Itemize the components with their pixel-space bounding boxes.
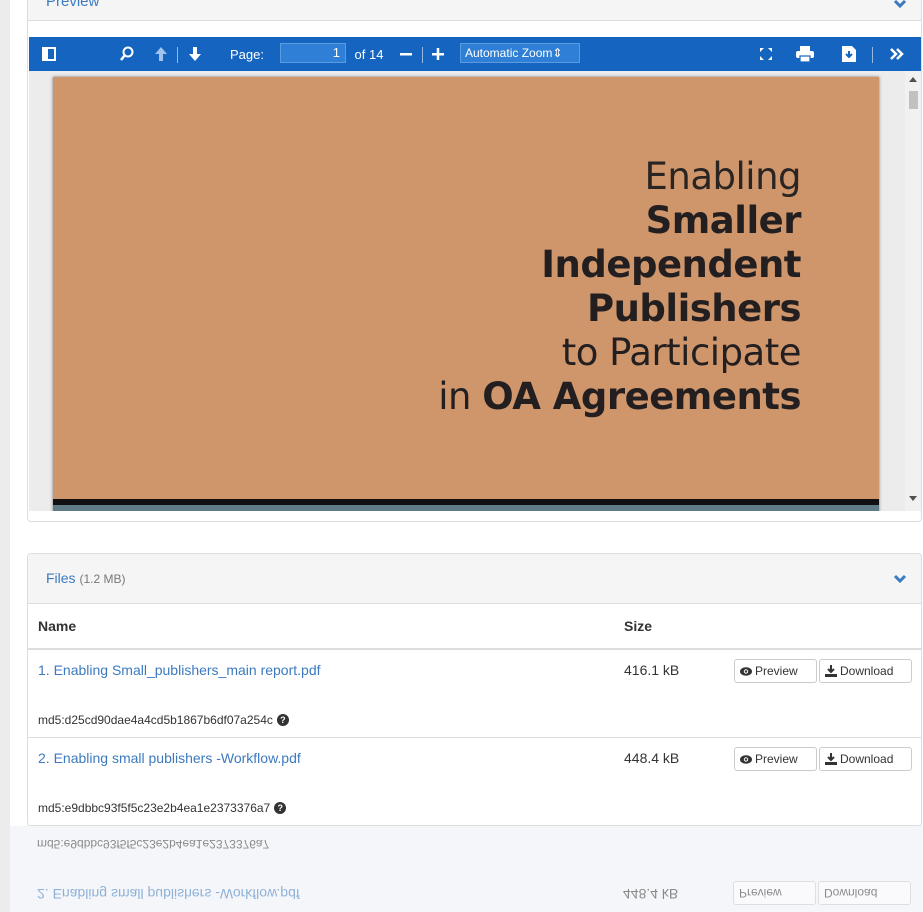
files-panel: Files (1.2 MB) Name Size 1. Enabling Sma… (27, 553, 922, 827)
table-header: Name Size (28, 604, 921, 650)
page-label: Page: (230, 46, 264, 62)
files-panel-heading[interactable]: Files (1.2 MB) (28, 554, 921, 604)
page-total: of 14 (354, 46, 384, 62)
fullscreen-icon[interactable] (752, 37, 780, 71)
preview-button-label: Preview (755, 752, 798, 766)
cover-line-prefix: in (438, 375, 483, 418)
preview-panel-heading[interactable]: Preview (28, 0, 921, 21)
pdf-viewer[interactable]: Enabling Smaller Independent Publishers … (29, 71, 921, 511)
pdf-page: Enabling Smaller Independent Publishers … (53, 77, 879, 511)
download-button-label: Download (840, 664, 894, 678)
help-icon[interactable]: ? (274, 802, 287, 814)
sidebar-toggle-icon[interactable] (35, 37, 63, 71)
eye-icon (740, 754, 752, 764)
file-size: 448.4 kB (624, 750, 680, 766)
download-button-label: Download (840, 752, 894, 766)
preview-title: Preview (46, 0, 100, 10)
tools-menu-icon[interactable] (880, 37, 914, 71)
zoom-select-value: Automatic Zoom (465, 46, 553, 60)
scroll-thumb[interactable] (909, 91, 918, 109)
zoom-out-icon[interactable] (395, 37, 417, 71)
pdf-toolbar: Page: 1 of 14 Automatic Zoom⇕ (29, 37, 921, 71)
cover-line-last: in OA Agreements (438, 375, 801, 419)
column-header-size: Size (624, 618, 653, 634)
preview-button-label: Preview (755, 664, 798, 678)
table-row: 2. Enabling small publishers -Workflow.p… (28, 738, 921, 826)
download-button[interactable]: Download (819, 659, 912, 683)
cover-line: Enabling (644, 155, 802, 198)
cover-line: Publishers (586, 287, 802, 330)
zoom-in-icon[interactable] (426, 37, 450, 71)
table-row: 1. Enabling Small_publishers_main report… (28, 650, 921, 738)
scroll-down-icon[interactable] (909, 496, 917, 501)
reflected-table-row: 2. Enabling small publishers -Workflow.p… (27, 826, 922, 912)
cover-line: Smaller (645, 199, 802, 242)
file-size: 416.1 kB (624, 662, 680, 678)
pdf-scrollbar[interactable] (905, 71, 921, 511)
column-header-name: Name (38, 618, 77, 634)
preview-panel: Preview Page: 1 of 14 Automatic Zoom⇕ En… (27, 0, 922, 522)
cover-line: to Participate (561, 331, 802, 374)
reflected-file-name: 2. Enabling small publishers -Workflow.p… (37, 886, 300, 902)
reflected-preview-button: Preview (733, 881, 816, 905)
search-icon[interactable] (113, 37, 141, 71)
md5-value: md5:e9dbbc93f5f5c23e2b4ea1e2373376a7 (38, 801, 271, 815)
previous-page-icon[interactable] (149, 37, 173, 71)
cover-line: Independent (541, 243, 801, 286)
page-number-input[interactable]: 1 (280, 43, 346, 63)
files-title-text: Files (46, 570, 76, 586)
file-checksum: md5:d25cd90dae4a4cd5b1867b6df07a254c? (38, 713, 289, 727)
reflected-file-size: 448.4 kB (623, 886, 679, 902)
save-icon[interactable] (835, 37, 863, 71)
md5-value: md5:d25cd90dae4a4cd5b1867b6df07a254c (38, 713, 273, 727)
download-icon (825, 753, 837, 765)
help-icon[interactable]: ? (276, 714, 289, 726)
files-total-size: (1.2 MB) (79, 572, 126, 586)
file-checksum: md5:e9dbbc93f5f5c23e2b4ea1e2373376a7? (38, 801, 287, 815)
chevron-down-icon[interactable] (893, 572, 907, 586)
download-button[interactable]: Download (819, 747, 912, 771)
preview-button[interactable]: Preview (734, 659, 817, 683)
reflected-download-label: Download (824, 886, 878, 900)
reflected-preview-label: Preview (739, 886, 782, 900)
cover-line-bold: OA Agreements (482, 375, 801, 418)
print-icon[interactable] (791, 37, 819, 71)
download-icon (825, 665, 837, 677)
reflected-row: 2. Enabling small publishers -Workflow.p… (27, 826, 922, 912)
next-page-icon[interactable] (183, 37, 207, 71)
file-link[interactable]: 2. Enabling small publishers -Workflow.p… (38, 750, 301, 766)
page-reflection: 2. Enabling small publishers -Workflow.p… (10, 826, 923, 912)
cover-band (53, 505, 879, 511)
file-link[interactable]: 1. Enabling Small_publishers_main report… (38, 662, 321, 678)
select-arrows-icon: ⇕ (552, 46, 563, 60)
cover-title: Enabling Smaller Independent Publishers … (438, 155, 801, 419)
files-title: Files (1.2 MB) (46, 570, 125, 586)
preview-button[interactable]: Preview (734, 747, 817, 771)
reflected-download-button: Download (818, 881, 911, 905)
eye-icon (740, 666, 752, 676)
scroll-up-icon[interactable] (909, 77, 917, 82)
reflected-checksum: md5:e9dbbc93f5f5c23e2b4ea1e2373376a7 (37, 837, 270, 851)
chevron-down-icon[interactable] (893, 0, 907, 11)
zoom-select[interactable]: Automatic Zoom⇕ (460, 43, 580, 63)
